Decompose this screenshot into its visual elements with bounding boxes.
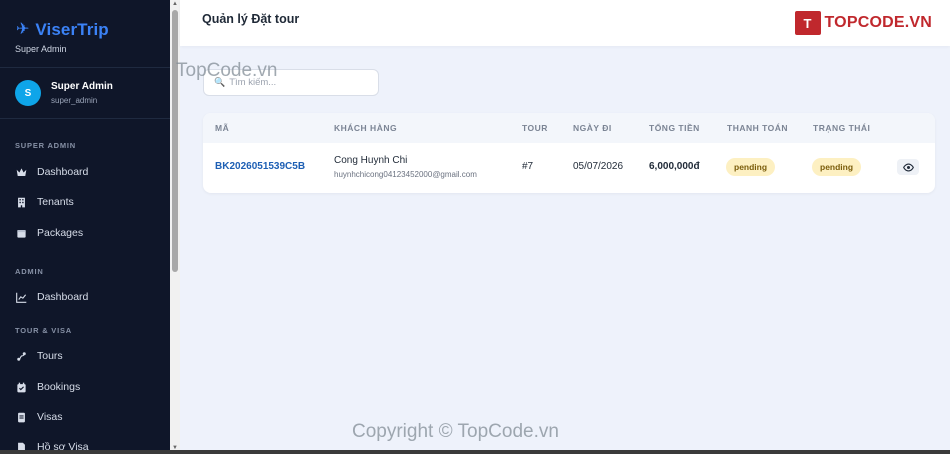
- brand[interactable]: ✈ ViserTrip: [0, 0, 170, 40]
- sidebar-item-label: Bookings: [37, 381, 81, 393]
- passport-icon: [15, 411, 27, 423]
- brand-name: ViserTrip: [35, 20, 109, 39]
- column-header: MÃ: [215, 123, 230, 133]
- column-header: NGÀY ĐI: [573, 123, 612, 133]
- topcode-logo-mark: T: [794, 11, 821, 35]
- column-header: TOUR: [522, 123, 548, 133]
- user-name: Super Admin: [51, 81, 113, 92]
- bottom-bar: [0, 450, 950, 454]
- column-header: KHÁCH HÀNG: [334, 123, 398, 133]
- box-icon: [15, 227, 27, 239]
- view-button[interactable]: [897, 159, 919, 175]
- column-header: TRẠNG THÁI: [813, 123, 871, 133]
- scroll-thumb[interactable]: [172, 10, 178, 272]
- customer-name: Cong Huynh Chi: [334, 155, 408, 166]
- building-icon: [15, 196, 27, 208]
- watermark-bottom: Copyright © TopCode.vn: [352, 421, 559, 442]
- total-amount: 6,000,000đ: [649, 161, 700, 172]
- payment-status-badge: pending: [726, 158, 776, 176]
- section-tour-visa: TOUR & VISA: [15, 326, 73, 335]
- sidebar-item-label: Tours: [37, 350, 63, 362]
- booking-status-badge: pending: [812, 158, 862, 176]
- plane-icon: ✈: [16, 21, 30, 38]
- table-row[interactable]: BK2026051539C5B Cong Huynh Chi huynhchic…: [203, 143, 935, 193]
- bookings-table: MÃ KHÁCH HÀNG TOUR NGÀY ĐI TỔNG TIỀN THA…: [203, 113, 935, 193]
- topcode-logo-text: TOPCODE.VN: [824, 14, 932, 31]
- table-header: MÃ KHÁCH HÀNG TOUR NGÀY ĐI TỔNG TIỀN THA…: [203, 113, 935, 143]
- sidebar-item-admin-dashboard[interactable]: Dashboard: [15, 291, 88, 303]
- section-super-admin: SUPER ADMIN: [15, 141, 77, 150]
- booking-code-link[interactable]: BK2026051539C5B: [215, 161, 305, 172]
- sidebar-item-label: Packages: [37, 227, 84, 239]
- route-icon: [15, 350, 27, 362]
- sidebar-item-tours[interactable]: Tours: [15, 350, 63, 362]
- sidebar-item-visas[interactable]: Visas: [15, 411, 63, 423]
- eye-icon: [902, 163, 914, 171]
- topcode-logo: T TOPCODE.VN: [794, 11, 933, 35]
- column-header: THANH TOÁN: [727, 123, 789, 133]
- sidebar-item-label: Visas: [37, 411, 63, 423]
- user-profile[interactable]: S Super Admin super_admin: [0, 68, 170, 118]
- customer-email: huynhchicong04123452000@gmail.com: [334, 170, 477, 179]
- column-header: TỔNG TIỀN: [649, 123, 700, 133]
- chart-icon: [15, 291, 27, 303]
- sidebar-item-tenants[interactable]: Tenants: [15, 196, 74, 208]
- divider: [0, 118, 170, 119]
- crown-icon: [15, 166, 27, 178]
- tour-id: #7: [522, 161, 534, 172]
- sidebar: ✈ ViserTrip Super Admin S Super Admin su…: [0, 0, 170, 454]
- sidebar-item-bookings[interactable]: Bookings: [15, 381, 80, 393]
- sidebar-item-label: Tenants: [37, 196, 74, 208]
- sidebar-item-label: Dashboard: [37, 291, 89, 303]
- departure-date: 05/07/2026: [573, 161, 624, 172]
- customer-cell: Cong Huynh Chi huynhchicong04123452000@g…: [334, 155, 477, 179]
- calendar-check-icon: [15, 381, 27, 393]
- watermark-top: TopCode.vn: [176, 60, 278, 81]
- page-title: Quản lý Đặt tour: [202, 12, 300, 26]
- sidebar-item-super-dashboard[interactable]: Dashboard: [15, 166, 88, 178]
- section-admin: ADMIN: [15, 267, 44, 276]
- brand-subtitle: Super Admin: [15, 44, 67, 54]
- sidebar-item-packages[interactable]: Packages: [15, 227, 83, 239]
- sidebar-item-label: Dashboard: [37, 166, 89, 178]
- user-handle: super_admin: [51, 96, 98, 105]
- avatar: S: [15, 80, 41, 106]
- scroll-up-icon[interactable]: ▲: [171, 0, 179, 8]
- topbar: Quản lý Đặt tour T TOPCODE.VN: [180, 0, 950, 46]
